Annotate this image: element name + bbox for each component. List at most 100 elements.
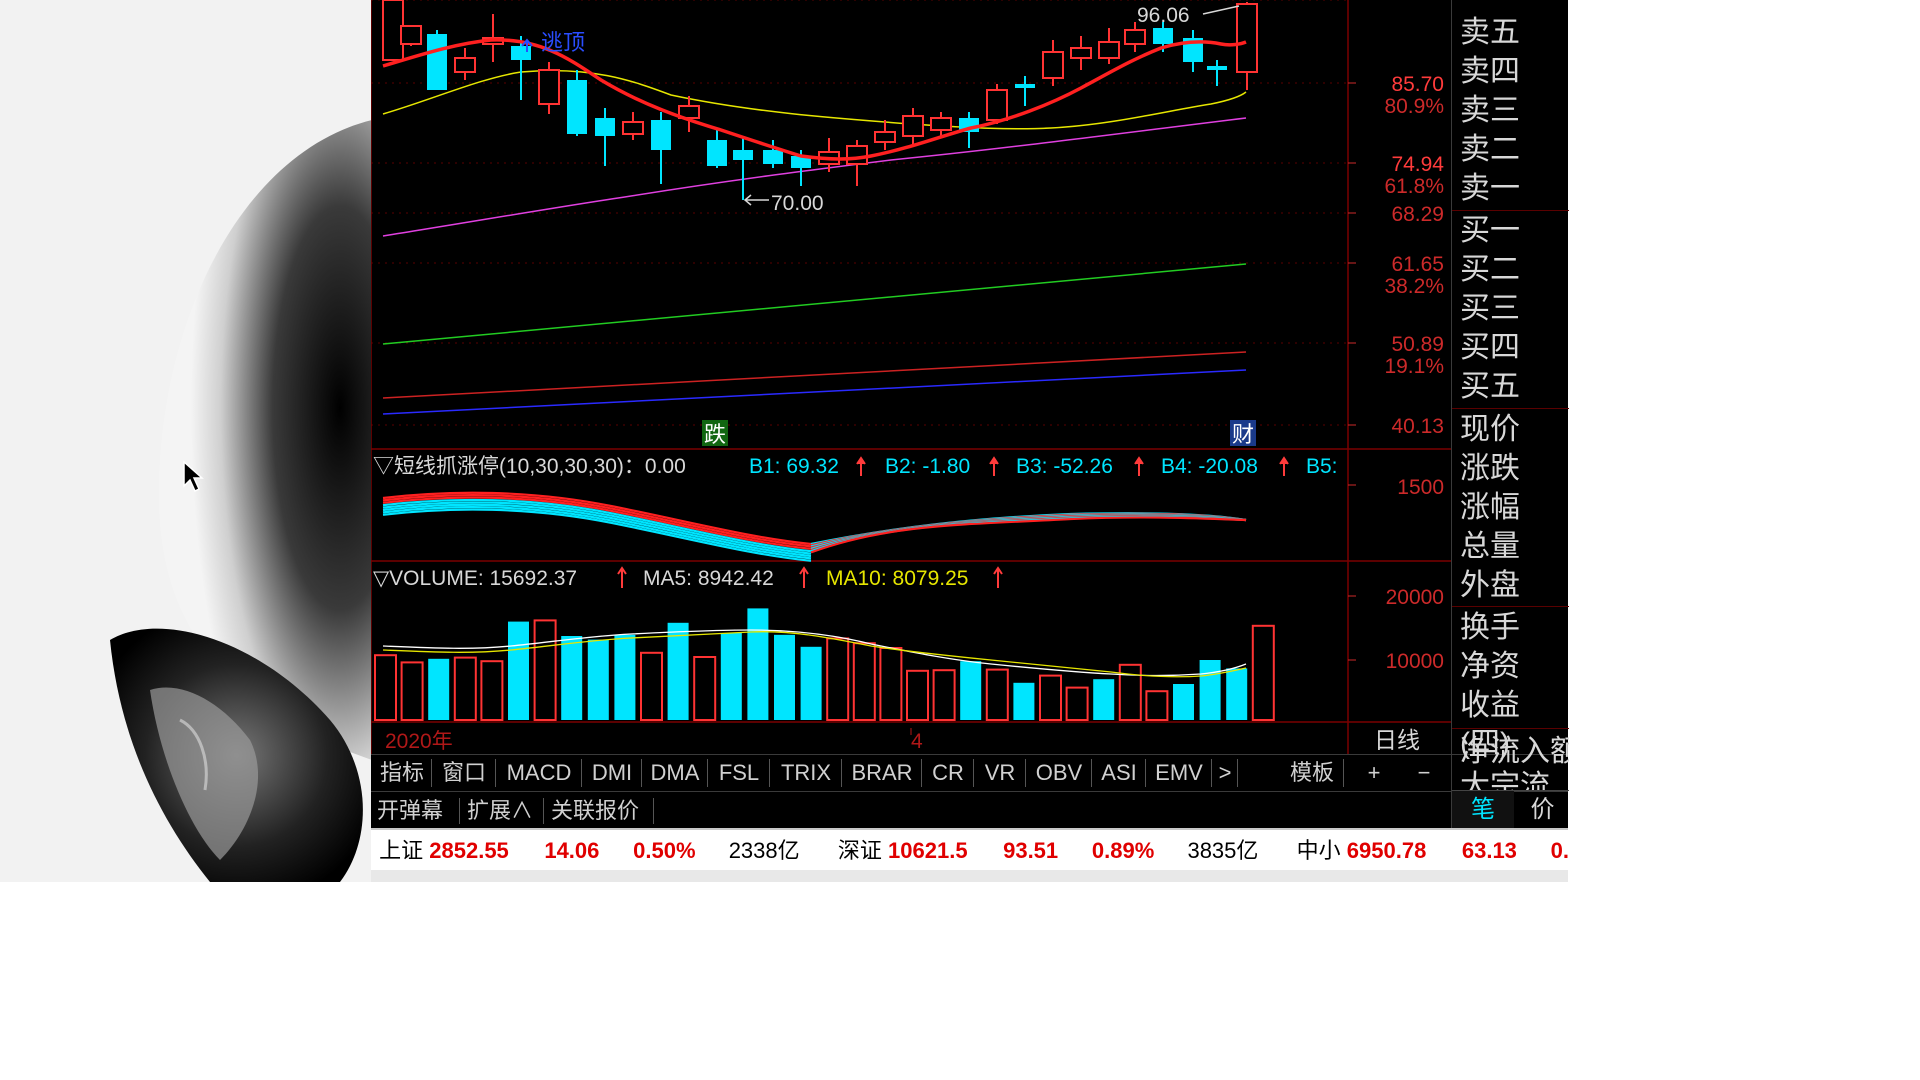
indicator-b4: B4: -20.08	[1161, 455, 1258, 478]
candle-body	[874, 131, 896, 143]
ticker-sh-amount: 2338亿	[728, 838, 800, 863]
finance-marker: 财	[1232, 422, 1254, 447]
low-marker: 70.00	[771, 192, 824, 215]
volume-bar	[879, 647, 903, 721]
change-label: 涨跌	[1460, 452, 1520, 485]
zoom-out-button[interactable]: −	[1401, 759, 1447, 787]
trade-tab[interactable]: 笔	[1452, 791, 1514, 828]
fall-marker: 跌	[704, 422, 726, 447]
volume-bar	[667, 622, 689, 720]
ticker-sz-value: 10621.5	[888, 838, 968, 863]
candle-body	[1042, 51, 1064, 79]
indicator-b1: B1: 69.32	[749, 455, 839, 478]
svg-text:74.94: 74.94	[1391, 153, 1444, 176]
high-marker-arrow-icon	[1202, 5, 1240, 15]
ticker-sme-value: 6950.78	[1346, 838, 1427, 863]
volume-bar	[614, 634, 636, 720]
danmaku-toggle[interactable]: 开弹幕	[377, 796, 443, 826]
ma-blue-line	[382, 369, 1247, 415]
candle-body	[1098, 41, 1120, 59]
candle-body	[930, 117, 952, 131]
chart-area[interactable]: 逃顶 96.06 70.00 跌 财 85.70 80.9% 74.94 61.…	[370, 0, 1568, 754]
low-marker-arrow-icon	[743, 194, 769, 206]
volume-bar	[453, 656, 477, 721]
desktop-background	[0, 0, 372, 882]
tab-dmi[interactable]: DMI	[583, 759, 642, 787]
volume-bar	[774, 634, 795, 720]
indicator-header: ▽短线抓涨停(10,30,30,30)：0.00 B1: 69.32 B2: -…	[373, 455, 1338, 478]
tab-more-arrow[interactable]: >	[1213, 759, 1238, 787]
candle-body	[846, 145, 868, 165]
tab-macd[interactable]: MACD	[497, 759, 582, 787]
volume-bar	[906, 669, 929, 721]
period-label[interactable]: 日线	[1374, 727, 1420, 753]
volume-bar	[480, 660, 504, 722]
volume-bar	[852, 642, 876, 722]
volume-bar	[693, 656, 717, 721]
ticker-sh-name[interactable]: 上证	[379, 830, 423, 872]
bottom-strip	[371, 870, 1568, 882]
tab-obv[interactable]: OBV	[1027, 759, 1092, 787]
sell-1-label: 卖一	[1460, 172, 1520, 205]
buy-3-label: 买三	[1460, 292, 1520, 325]
high-marker: 96.06	[1137, 4, 1190, 27]
volume-bar	[428, 658, 450, 720]
sub-tab-bar: 开弹幕 扩展∧ 关联报价	[371, 791, 1568, 829]
candle-body	[454, 57, 476, 73]
zoom-in-button[interactable]: +	[1349, 759, 1399, 787]
tab-asi[interactable]: ASI	[1093, 759, 1146, 787]
market-ticker: 上证 2852.55 14.06 0.50% 2338亿 深证 10621.5 …	[371, 828, 1568, 872]
tab-cr[interactable]: CR	[923, 759, 974, 787]
ticker-sme-name[interactable]: 中小	[1297, 830, 1341, 872]
ticker-sz-name[interactable]: 深证	[838, 830, 882, 872]
tab-vr[interactable]: VR	[975, 759, 1026, 787]
change-pct-label: 涨幅	[1460, 491, 1520, 524]
volume-bar	[587, 639, 609, 720]
indicator-tab-bar: 指标 窗口 MACD DMI DMA FSL TRIX BRAR CR VR O…	[371, 754, 1568, 791]
price-axis: 85.70 80.9% 74.94 61.8% 68.29 61.65 38.2…	[1384, 73, 1444, 438]
volume-axis: 20000 10000	[1386, 586, 1444, 673]
candle-body	[1207, 66, 1227, 70]
svg-text:10000: 10000	[1386, 650, 1444, 673]
tab-brar[interactable]: BRAR	[843, 759, 922, 787]
buy-2-label: 买二	[1460, 253, 1520, 286]
candle-body	[986, 89, 1008, 121]
candle-body	[1015, 84, 1035, 88]
date-year: 2020年	[385, 730, 453, 753]
tab-template[interactable]: 模板	[1281, 759, 1344, 787]
buy-4-label: 买四	[1460, 331, 1520, 364]
tab-trix[interactable]: TRIX	[771, 759, 842, 787]
tab-dma[interactable]: DMA	[643, 759, 708, 787]
tab-fsl[interactable]: FSL	[709, 759, 770, 787]
volume-bar	[400, 661, 424, 722]
svg-text:85.70: 85.70	[1391, 73, 1444, 96]
ticker-sh-pct: 0.50%	[633, 838, 696, 863]
volume-bar	[640, 651, 663, 721]
price-tab[interactable]: 价	[1516, 791, 1569, 828]
candle-body	[427, 34, 447, 90]
ma-green-line	[382, 263, 1247, 345]
volume-bar	[1013, 682, 1035, 720]
indicator-b3: B3: -52.26	[1016, 455, 1113, 478]
volume-bar	[374, 654, 397, 722]
svg-text:38.2%: 38.2%	[1384, 275, 1444, 298]
expand-button[interactable]: 扩展∧	[467, 796, 533, 826]
related-quotes-button[interactable]: 关联报价	[551, 796, 639, 826]
volume-bar	[533, 619, 557, 722]
candle-body	[595, 118, 615, 136]
net-inflow-label: 净流入额	[1460, 735, 1569, 768]
panel-separators	[370, 0, 1451, 754]
ticker-sz-amount: 3835亿	[1187, 838, 1259, 863]
svg-text:50.89: 50.89	[1391, 333, 1444, 356]
volume-bar	[826, 637, 850, 722]
tab-indicators[interactable]: 指标	[373, 759, 432, 787]
volume-bar	[1226, 668, 1248, 720]
background-art	[0, 0, 372, 882]
indicator-title: ▽短线抓涨停(10,30,30,30)：0.00	[373, 455, 686, 478]
svg-text:61.65: 61.65	[1391, 253, 1444, 276]
tab-emv[interactable]: EMV	[1147, 759, 1212, 787]
sell-3-label: 卖三	[1460, 94, 1520, 127]
tab-window[interactable]: 窗口	[433, 759, 496, 787]
ticker-sme-pct: 0.92%	[1550, 838, 1568, 863]
ribbon-line-right	[810, 516, 1247, 554]
